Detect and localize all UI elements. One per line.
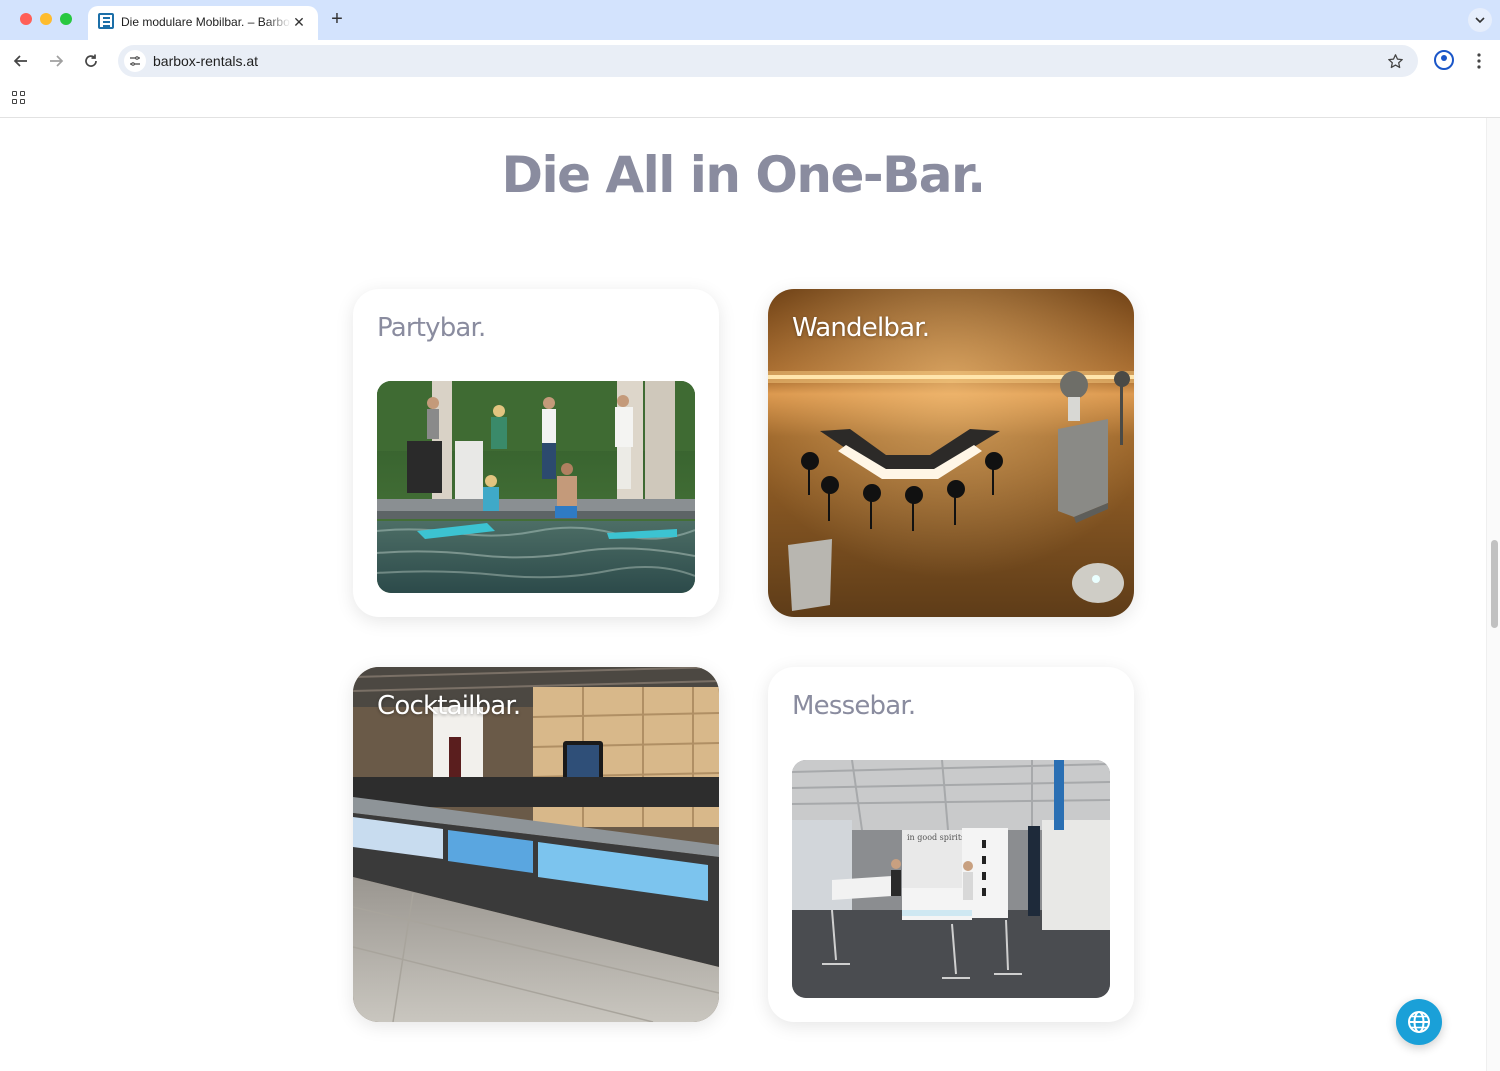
partybar-photo [377, 381, 695, 593]
page-content: Die All in One-Bar. Partybar. Wandelbar.… [0, 118, 1500, 1071]
card-cocktailbar[interactable]: Cocktailbar. [353, 667, 719, 1022]
apps-grid-icon[interactable] [12, 91, 26, 105]
card-wandelbar[interactable]: Wandelbar. [768, 289, 1134, 617]
reload-button[interactable] [80, 50, 102, 72]
site-favicon-icon [98, 13, 114, 29]
tab-title: Die modulare Mobilbar. – Barbox [121, 15, 291, 29]
maximize-window-button[interactable] [60, 13, 72, 25]
chevron-down-icon [1475, 17, 1485, 24]
arrow-right-icon [50, 55, 64, 67]
reload-icon [85, 54, 97, 67]
language-button[interactable] [1396, 999, 1442, 1045]
active-tab[interactable]: Die modulare Mobilbar. – Barbox ✕ [88, 6, 318, 40]
scrollbar-thumb[interactable] [1491, 540, 1498, 628]
page-scrollbar[interactable] [1486, 118, 1500, 1071]
messebar-photo: in good spirits [792, 760, 1110, 998]
card-title: Messebar. [792, 691, 916, 721]
address-bar[interactable]: barbox-rentals.at [118, 45, 1418, 77]
card-partybar[interactable]: Partybar. [353, 289, 719, 617]
more-menu-icon[interactable] [1470, 50, 1488, 72]
minimize-window-button[interactable] [40, 13, 52, 25]
arrow-left-icon [13, 55, 27, 67]
booth-sign-text: in good spirits [907, 833, 965, 842]
card-messebar[interactable]: Messebar. in good spirits [768, 667, 1134, 1022]
bookmark-star-button[interactable] [1387, 50, 1404, 76]
profile-icon[interactable] [1434, 50, 1454, 70]
card-title: Partybar. [377, 313, 486, 343]
back-button[interactable] [10, 50, 32, 72]
bookmarks-bar [0, 82, 1500, 118]
forward-button[interactable] [45, 50, 67, 72]
tab-close-button[interactable]: ✕ [290, 13, 308, 31]
card-title: Cocktailbar. [377, 691, 521, 721]
close-window-button[interactable] [20, 13, 32, 25]
tab-search-button[interactable] [1468, 8, 1492, 32]
page-headline: Die All in One-Bar. [501, 146, 986, 204]
site-info-icon[interactable] [124, 50, 146, 72]
browser-toolbar: barbox-rentals.at [0, 40, 1500, 82]
globe-icon [1408, 1011, 1430, 1033]
tab-strip: Die modulare Mobilbar. – Barbox ✕ + [0, 0, 1500, 40]
url-text[interactable]: barbox-rentals.at [153, 53, 258, 69]
new-tab-button[interactable]: + [326, 9, 348, 31]
star-icon [1388, 54, 1403, 69]
card-title: Wandelbar. [792, 313, 930, 343]
